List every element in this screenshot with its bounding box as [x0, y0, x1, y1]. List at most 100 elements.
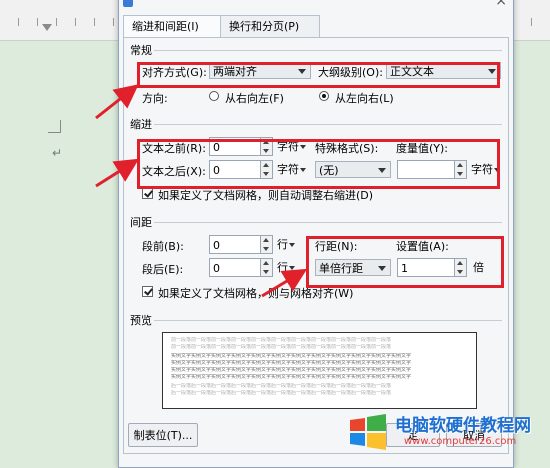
preview-next-line: 后一段落后一段落后一段落后一段落后一段落后一段落后一段落后一段落后一段落后一段落… — [171, 390, 392, 396]
alignment-value: 两端对齐 — [213, 65, 257, 78]
indent-before-spinner[interactable] — [261, 137, 273, 156]
ltr-radio[interactable] — [319, 91, 329, 101]
close-icon[interactable]: × — [495, 0, 507, 9]
space-before-unit[interactable]: 行 — [277, 235, 295, 254]
section-indent-title: 缩进 — [130, 118, 152, 131]
line-spacing-select[interactable]: 单倍行距 — [315, 259, 391, 276]
spin-down-icon[interactable] — [457, 172, 463, 176]
measure-label: 度量值(Y): — [396, 142, 449, 155]
outline-level-select[interactable]: 正文文本 — [386, 62, 501, 79]
outline-level-value: 正文文本 — [390, 65, 434, 78]
checkmark-icon — [144, 286, 153, 296]
indent-before-input[interactable]: 0 — [209, 137, 261, 156]
tab-panel: 常规 对齐方式(G): 两端对齐 大纲级别(O): 正文文本 方向: 从右向左(… — [123, 37, 509, 454]
indent-before-unit-text: 字符 — [277, 140, 299, 153]
divider — [154, 50, 502, 51]
divider — [154, 320, 502, 321]
preview-next-line: 后一段落后一段落后一段落后一段落后一段落后一段落后一段落后一段落后一段落后一段落… — [171, 383, 392, 389]
alignment-select[interactable]: 两端对齐 — [209, 62, 311, 79]
preview-sample-line: 实例文字实例文字实例文字实例文字实例文字实例文字实例文字实例文字实例文字实例文字… — [171, 353, 412, 359]
special-format-select[interactable]: (无) — [315, 161, 391, 178]
set-value-spinner[interactable] — [455, 258, 467, 277]
preview-sample-line: 实例文字实例文字实例文字实例文字实例文字实例文字实例文字实例文字实例文字实例文字… — [171, 374, 412, 380]
spin-up-icon[interactable] — [457, 163, 463, 167]
set-value-input[interactable]: 1 — [397, 258, 455, 277]
indent-after-label: 文本之后(X): — [142, 165, 206, 178]
spin-up-icon[interactable] — [457, 261, 463, 265]
line-spacing-label: 行距(N): — [315, 240, 358, 253]
space-after-input[interactable]: 0 — [209, 258, 261, 277]
ltr-label[interactable]: 从左向右(L) — [335, 90, 394, 106]
chevron-down-icon — [378, 168, 386, 173]
special-format-label: 特殊格式(S): — [315, 142, 379, 155]
space-before-unit-text: 行 — [277, 238, 288, 251]
paragraph-dialog: × 缩进和间距(I) 换行和分页(P) 常规 对齐方式(G): 两端对齐 大纲级… — [118, 0, 514, 468]
ruler-indent-marker[interactable] — [42, 24, 52, 31]
caret-down-icon — [289, 243, 295, 247]
space-after-spinner[interactable] — [261, 258, 273, 277]
watermark-title: 电脑软硬件教程网 — [395, 416, 531, 436]
chevron-down-icon — [378, 266, 386, 271]
grid-align-label[interactable]: 如果定义了文档网格，则与网格对齐(W) — [158, 285, 353, 301]
caret-down-icon — [300, 145, 306, 149]
preview-prev-line: 前一段落前一段落前一段落前一段落前一段落前一段落前一段落前一段落前一段落前一段落… — [171, 344, 392, 350]
indent-after-input[interactable]: 0 — [209, 160, 261, 179]
space-after-label: 段后(E): — [142, 263, 184, 276]
spin-up-icon[interactable] — [263, 163, 269, 167]
measure-input[interactable] — [397, 160, 455, 179]
space-after-unit[interactable]: 行 — [277, 258, 295, 277]
outline-level-label: 大纲级别(O): — [318, 66, 383, 79]
indent-before-unit[interactable]: 字符 — [277, 137, 306, 156]
preview-sample-line: 实例文字实例文字实例文字实例文字实例文字实例文字实例文字实例文字实例文字实例文字… — [171, 367, 412, 373]
section-spacing-title: 间距 — [130, 216, 152, 229]
divider — [154, 222, 502, 223]
spin-up-icon[interactable] — [263, 140, 269, 144]
direction-label: 方向: — [142, 92, 168, 105]
line-spacing-value: 单倍行距 — [319, 262, 363, 275]
indent-after-unit-text: 字符 — [277, 163, 299, 176]
dialog-titlebar: × — [119, 0, 513, 9]
measure-unit-text: 字符 — [471, 163, 493, 176]
section-preview-title: 预览 — [130, 314, 152, 327]
watermark: 电脑软硬件教程网 www.computer26.com — [344, 408, 550, 461]
measure-unit[interactable]: 字符 — [471, 160, 500, 179]
rtl-radio[interactable] — [209, 91, 219, 101]
section-general-title: 常规 — [130, 44, 152, 57]
spin-down-icon[interactable] — [263, 149, 269, 153]
space-after-unit-text: 行 — [277, 261, 288, 274]
set-value-unit: 倍 — [473, 261, 484, 274]
indent-before-label: 文本之前(R): — [142, 142, 206, 155]
indent-after-unit[interactable]: 字符 — [277, 160, 306, 179]
spin-up-icon[interactable] — [263, 238, 269, 242]
caret-down-icon — [494, 168, 500, 172]
spin-down-icon[interactable] — [263, 172, 269, 176]
grid-align-checkbox[interactable] — [142, 286, 153, 297]
watermark-url: www.computer26.com — [404, 436, 517, 447]
windows-logo-icon — [350, 414, 386, 450]
spin-up-icon[interactable] — [263, 261, 269, 265]
auto-adjust-checkbox[interactable] — [142, 188, 153, 199]
spin-down-icon[interactable] — [457, 270, 463, 274]
preview-sample-line: 实例文字实例文字实例文字实例文字实例文字实例文字实例文字实例文字实例文字实例文字… — [171, 360, 412, 366]
chevron-down-icon — [488, 69, 496, 74]
spin-down-icon[interactable] — [263, 270, 269, 274]
rtl-label[interactable]: 从右向左(F) — [225, 90, 284, 106]
space-before-label: 段前(B): — [142, 240, 184, 253]
tab-stops-button[interactable]: 制表位(T)... — [128, 423, 198, 447]
chevron-down-icon — [298, 69, 306, 74]
indent-after-spinner[interactable] — [261, 160, 273, 179]
measure-spinner[interactable] — [455, 160, 467, 179]
paragraph-mark-icon: ↵ — [52, 146, 63, 160]
checkmark-icon — [144, 188, 153, 198]
set-value-label: 设置值(A): — [396, 240, 449, 253]
spin-down-icon[interactable] — [263, 247, 269, 251]
auto-adjust-label[interactable]: 如果定义了文档网格，则自动调整右缩进(D) — [158, 187, 373, 203]
special-format-value: (无) — [319, 164, 339, 177]
tab-line-page-breaks[interactable]: 换行和分页(P) — [220, 15, 320, 37]
space-before-spinner[interactable] — [261, 235, 273, 254]
preview-prev-line: 前一段落前一段落前一段落前一段落前一段落前一段落前一段落前一段落前一段落前一段落… — [171, 337, 392, 343]
margin-corner-mark — [48, 120, 61, 133]
document-margin-marks: ↵ — [48, 120, 108, 160]
space-before-input[interactable]: 0 — [209, 235, 261, 254]
preview-box: 前一段落前一段落前一段落前一段落前一段落前一段落前一段落前一段落前一段落前一段落… — [162, 332, 477, 409]
